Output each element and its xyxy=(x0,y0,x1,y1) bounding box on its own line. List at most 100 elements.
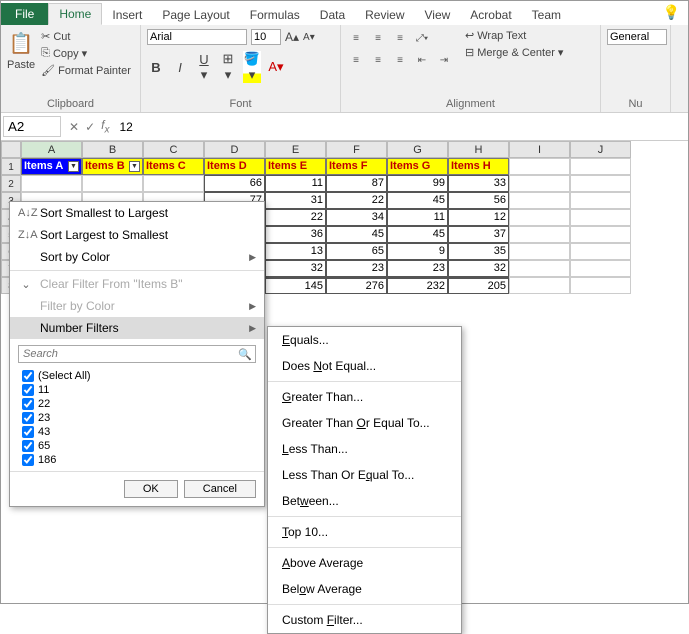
cell[interactable] xyxy=(509,277,570,294)
align-center-icon[interactable]: ≡ xyxy=(369,51,387,69)
tab-insert[interactable]: Insert xyxy=(102,5,152,25)
tab-acrobat[interactable]: Acrobat xyxy=(460,5,521,25)
number-filter-option[interactable]: Below Average xyxy=(268,576,461,602)
cell[interactable]: 22 xyxy=(265,209,326,226)
filter-check-item[interactable]: 11 xyxy=(22,383,252,397)
cell[interactable] xyxy=(82,175,143,192)
cell[interactable]: 99 xyxy=(387,175,448,192)
col-header[interactable]: F xyxy=(326,141,387,158)
header-cell[interactable]: Items H xyxy=(448,158,509,175)
tab-view[interactable]: View xyxy=(415,5,461,25)
filter-check-item[interactable]: (Select All) xyxy=(22,369,252,383)
cell[interactable]: 65 xyxy=(326,243,387,260)
filter-dropdown-icon[interactable]: ▼ xyxy=(129,161,140,172)
sort-desc-item[interactable]: Z↓ASort Largest to Smallest xyxy=(10,224,264,246)
italic-button[interactable]: I xyxy=(171,60,189,75)
cell[interactable]: 32 xyxy=(265,260,326,277)
col-header[interactable]: E xyxy=(265,141,326,158)
cell[interactable]: 23 xyxy=(326,260,387,277)
filter-check-item[interactable]: 23 xyxy=(22,411,252,425)
format-painter-button[interactable]: 🖌Format Painter xyxy=(39,63,133,78)
number-filter-option[interactable]: Equals... xyxy=(268,327,461,353)
filter-checkbox[interactable] xyxy=(22,370,34,382)
cell[interactable]: 23 xyxy=(387,260,448,277)
filter-checkbox[interactable] xyxy=(22,426,34,438)
header-cell[interactable]: Items D xyxy=(204,158,265,175)
header-cell[interactable]: Items A▼ xyxy=(21,158,82,175)
cell[interactable] xyxy=(570,158,631,175)
cell[interactable] xyxy=(570,175,631,192)
header-cell[interactable]: Items C xyxy=(143,158,204,175)
cancel-button[interactable]: Cancel xyxy=(184,480,256,498)
cell[interactable]: 37 xyxy=(448,226,509,243)
tab-team[interactable]: Team xyxy=(522,5,571,25)
sort-asc-item[interactable]: A↓ZSort Smallest to Largest xyxy=(10,202,264,224)
cell[interactable]: 12 xyxy=(448,209,509,226)
filter-checkbox[interactable] xyxy=(22,398,34,410)
cell[interactable]: 45 xyxy=(387,192,448,209)
cell[interactable]: 32 xyxy=(448,260,509,277)
formula-input[interactable] xyxy=(115,118,415,136)
cell[interactable] xyxy=(509,243,570,260)
filter-checkbox[interactable] xyxy=(22,384,34,396)
cell[interactable] xyxy=(509,209,570,226)
cell[interactable]: 56 xyxy=(448,192,509,209)
header-cell[interactable]: Items E xyxy=(265,158,326,175)
cell[interactable]: 22 xyxy=(326,192,387,209)
filter-check-item[interactable]: 43 xyxy=(22,425,252,439)
number-format-select[interactable] xyxy=(607,29,667,45)
cell[interactable]: 31 xyxy=(265,192,326,209)
header-cell[interactable]: Items B▼ xyxy=(82,158,143,175)
tab-file[interactable]: File xyxy=(1,3,48,25)
cell[interactable]: 145 xyxy=(265,277,326,294)
row-header[interactable]: 1 xyxy=(1,158,21,175)
name-box[interactable] xyxy=(3,116,61,137)
cell[interactable]: 9 xyxy=(387,243,448,260)
font-size-select[interactable] xyxy=(251,29,281,45)
align-middle-icon[interactable]: ≡ xyxy=(369,29,387,47)
col-header[interactable]: G xyxy=(387,141,448,158)
cell[interactable]: 11 xyxy=(387,209,448,226)
decrease-font-icon[interactable]: A▾ xyxy=(303,32,315,43)
header-cell[interactable]: Items G xyxy=(387,158,448,175)
filter-check-item[interactable]: 22 xyxy=(22,397,252,411)
indent-inc-icon[interactable]: ⇥ xyxy=(435,51,453,69)
col-header[interactable]: B xyxy=(82,141,143,158)
font-name-select[interactable] xyxy=(147,29,247,45)
filter-check-item[interactable]: 186 xyxy=(22,453,252,467)
fx-icon[interactable]: fx xyxy=(101,118,109,135)
align-right-icon[interactable]: ≡ xyxy=(391,51,409,69)
filter-checkbox[interactable] xyxy=(22,454,34,466)
row-header[interactable]: 2 xyxy=(1,175,21,192)
cell[interactable]: 66 xyxy=(204,175,265,192)
filter-checkbox[interactable] xyxy=(22,440,34,452)
font-color-button[interactable]: A▾ xyxy=(267,59,285,75)
number-filter-option[interactable]: Custom Filter... xyxy=(268,607,461,633)
cell[interactable] xyxy=(509,260,570,277)
cell[interactable] xyxy=(143,175,204,192)
filter-checkbox[interactable] xyxy=(22,412,34,424)
copy-button[interactable]: ⎘Copy ▾ xyxy=(39,46,133,61)
filter-dropdown-icon[interactable]: ▼ xyxy=(68,161,79,172)
number-filter-option[interactable]: Less Than Or Equal To... xyxy=(268,462,461,488)
align-bottom-icon[interactable]: ≡ xyxy=(391,29,409,47)
tab-review[interactable]: Review xyxy=(355,5,414,25)
cell[interactable]: 13 xyxy=(265,243,326,260)
cell[interactable] xyxy=(509,192,570,209)
align-left-icon[interactable]: ≡ xyxy=(347,51,365,69)
tab-home[interactable]: Home xyxy=(48,3,102,25)
cell[interactable]: 45 xyxy=(326,226,387,243)
col-header[interactable]: J xyxy=(570,141,631,158)
cell[interactable] xyxy=(509,158,570,175)
underline-button[interactable]: U ▾ xyxy=(195,52,213,83)
paste-button[interactable]: 📋 Paste xyxy=(7,29,35,71)
orientation-icon[interactable]: ⤢▾ xyxy=(413,29,431,47)
cell[interactable] xyxy=(570,192,631,209)
cell[interactable]: 36 xyxy=(265,226,326,243)
bold-button[interactable]: B xyxy=(147,60,165,75)
cell[interactable] xyxy=(570,226,631,243)
col-header[interactable]: H xyxy=(448,141,509,158)
number-filter-option[interactable]: Top 10... xyxy=(268,519,461,545)
header-cell[interactable]: Items F xyxy=(326,158,387,175)
cell[interactable] xyxy=(570,260,631,277)
